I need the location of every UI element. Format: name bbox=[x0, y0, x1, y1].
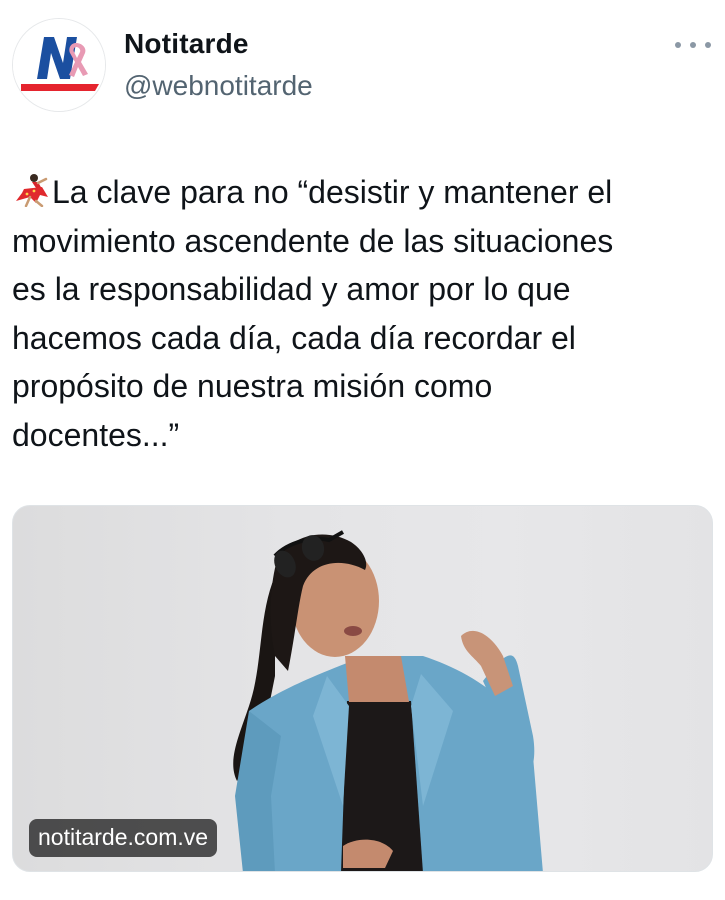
tweet-header: Notitarde @webnotitarde bbox=[0, 0, 725, 130]
dot bbox=[705, 42, 711, 48]
dot bbox=[690, 42, 696, 48]
tweet-body: La clave para no “desistir y mantener el… bbox=[12, 174, 614, 453]
notitarde-logo-icon bbox=[13, 19, 105, 111]
link-domain-badge[interactable]: notitarde.com.ve bbox=[29, 819, 218, 857]
tweet-text: La clave para no “desistir y mantener el… bbox=[12, 168, 712, 459]
dancer-emoji-icon bbox=[16, 174, 48, 207]
dot bbox=[675, 42, 681, 48]
woman-blue-blazer-photo bbox=[233, 530, 543, 871]
tweet-media[interactable]: notitarde.com.ve bbox=[12, 505, 713, 872]
avatar[interactable] bbox=[12, 18, 106, 112]
handle[interactable]: @webnotitarde bbox=[124, 70, 313, 102]
more-options-icon[interactable] bbox=[675, 34, 711, 56]
display-name[interactable]: Notitarde bbox=[124, 28, 249, 60]
